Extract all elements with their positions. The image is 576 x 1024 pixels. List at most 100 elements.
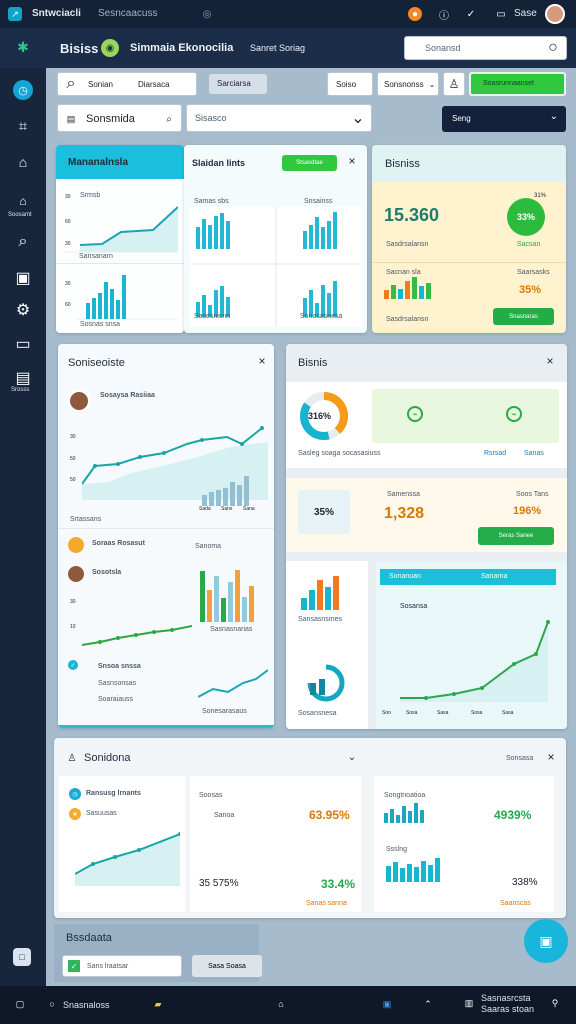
- wave-icon: ⌁: [407, 406, 423, 422]
- wave-icon: ⌁: [506, 406, 522, 422]
- activity-bar-chart: [202, 476, 249, 506]
- windows-icon[interactable]: ▢: [13, 997, 27, 1011]
- thumbnail-caption: Sosansnesa: [298, 710, 337, 717]
- chat-fab-button[interactable]: ▣: [524, 919, 568, 963]
- sidebar-item-label[interactable]: Soosamt: [8, 212, 32, 218]
- close-icon[interactable]: ×: [545, 750, 557, 764]
- notification-icon[interactable]: ●: [408, 7, 422, 21]
- select-two[interactable]: Sonsnonss ⌄: [377, 72, 439, 96]
- search-icon[interactable]: ○: [45, 997, 59, 1011]
- multi-bar-chart: [200, 570, 254, 622]
- menu-icon[interactable]: ◎: [200, 7, 214, 21]
- right-select[interactable]: Seng ⌄: [442, 106, 566, 132]
- close-icon[interactable]: ×: [544, 354, 556, 368]
- grid-icon[interactable]: ⌗: [12, 115, 34, 137]
- mail-icon[interactable]: ▭: [494, 7, 508, 21]
- close-icon[interactable]: ×: [346, 154, 358, 168]
- section-label: Sanoma: [195, 543, 222, 550]
- link-two[interactable]: Sanas: [524, 450, 544, 457]
- main-content: ⌕ Sonian Diarsaca Sarciarsa Soiso Sonsno…: [46, 68, 576, 986]
- search-icon[interactable]: ○: [546, 39, 560, 56]
- chart-icon[interactable]: ⌂: [12, 151, 34, 173]
- store-icon[interactable]: ▣: [378, 995, 396, 1013]
- app-subtitle: Simmaia Ekonocilia: [130, 42, 234, 54]
- kpi-button[interactable]: Snasnaras: [493, 308, 554, 325]
- chart-select[interactable]: Sanarna: [481, 573, 507, 580]
- pie-icon: 35%: [298, 490, 350, 534]
- close-icon[interactable]: ×: [256, 354, 268, 368]
- star-icon: ★: [69, 808, 81, 820]
- dropdown-label: Sisasco: [195, 113, 227, 123]
- avatar[interactable]: [68, 566, 84, 582]
- home-icon[interactable]: ⌂: [12, 192, 34, 210]
- search-icon[interactable]: ⌕: [13, 232, 33, 252]
- divider: [58, 725, 274, 728]
- donut-thumbnail: [307, 664, 345, 702]
- kpi-label: Sacnan sla: [386, 269, 421, 276]
- footer-caption: Sonesarasaus: [202, 708, 247, 715]
- primary-action-button[interactable]: Soasrunnaanset: [469, 72, 566, 96]
- check-icon: ✓: [68, 660, 78, 670]
- person-icon[interactable]: ⚲: [548, 996, 562, 1010]
- card-title: Soniseoiste: [68, 357, 125, 369]
- info-icon[interactable]: ⓘ: [436, 6, 452, 22]
- axis-tick: 30: [65, 281, 71, 287]
- avatar[interactable]: [68, 390, 90, 412]
- clock-icon[interactable]: ◷: [13, 80, 33, 100]
- dropdown-field[interactable]: Sisasco ⌄: [186, 104, 372, 132]
- metric-foot: Sanas sanna: [306, 900, 347, 907]
- avatar[interactable]: [68, 537, 84, 553]
- metric-bar-chart: [384, 803, 424, 823]
- taskbar-search-label[interactable]: Snasnaloss: [63, 1000, 110, 1010]
- metric-sub: Sanoa: [214, 812, 235, 819]
- user-icon[interactable]: ♙: [443, 72, 465, 96]
- kpi-action-button[interactable]: Seras Sanee: [478, 527, 554, 545]
- tab-label[interactable]: Sesncaacuss: [98, 8, 157, 19]
- filter-input-primary[interactable]: ⌕ Sonian Diarsaca: [57, 72, 197, 96]
- axis-label: Sans: [221, 506, 233, 512]
- footer-button[interactable]: Sasa Soasa: [192, 955, 262, 977]
- folder-icon[interactable]: ▰: [149, 995, 167, 1013]
- kpi-percent: 35%: [519, 284, 542, 296]
- folder-icon[interactable]: ▭: [13, 334, 33, 354]
- secondary-search-field[interactable]: ▤ Sonsmida ⌕: [57, 104, 182, 132]
- axis-tick: 30: [70, 434, 76, 440]
- battery-icon[interactable]: ▥: [462, 996, 476, 1010]
- document-icon[interactable]: ▣: [13, 268, 33, 288]
- checkbox-icon[interactable]: ✓: [68, 960, 80, 972]
- chevron-down-icon[interactable]: ⌄: [346, 751, 358, 763]
- metric-foot: Saanscas: [500, 900, 531, 907]
- search-icon[interactable]: ⌕: [162, 112, 176, 126]
- axis-tick: Sasa: [437, 710, 449, 716]
- gear-icon[interactable]: ⚙: [13, 300, 33, 320]
- card-title: Bisniss: [385, 158, 420, 170]
- select-one[interactable]: Soiso: [327, 72, 373, 96]
- section-caption: Sasnsonsas: [98, 680, 137, 687]
- card-title: Mananalnsla: [68, 157, 129, 168]
- link-one[interactable]: Rsrsad: [484, 450, 506, 457]
- chart-label: Snsainss: [304, 198, 333, 205]
- filter-tag[interactable]: Sarciarsa: [209, 74, 267, 94]
- network-icon[interactable]: ⌃: [420, 996, 436, 1012]
- footer-field[interactable]: ✓ Sans lraatsar: [62, 955, 182, 977]
- axis-tick: 30: [70, 599, 76, 605]
- middle-card-button[interactable]: Stsasdtae: [282, 155, 337, 171]
- report-icon[interactable]: ▤: [13, 368, 33, 388]
- select-one-label: Soiso: [336, 80, 357, 89]
- kpi-label: Soos Tans: [516, 491, 549, 498]
- card-caption: Sosnas snsa: [80, 321, 121, 328]
- search-field[interactable]: Sonansd ○: [404, 36, 567, 60]
- checkmark-icon[interactable]: ✓: [460, 6, 482, 22]
- collapse-icon[interactable]: □: [13, 948, 31, 966]
- axis-label: Sada: [199, 506, 211, 512]
- card-title: Bisnis: [298, 357, 328, 369]
- user-label: Sase: [514, 8, 537, 19]
- card-action[interactable]: Sonsasa: [506, 755, 533, 762]
- kpi-right-value: 196%: [513, 505, 542, 517]
- footer-title: Bssdaata: [66, 932, 112, 944]
- sidebar-item-label[interactable]: Srosss: [11, 387, 29, 393]
- avatar[interactable]: [545, 4, 565, 24]
- insights-card: Bisnis × 316% ⌁ ⌁ Sasleg soaga socasasiu…: [286, 344, 567, 729]
- task-view-icon[interactable]: ⌂: [273, 996, 289, 1012]
- green-label: Sacsan: [517, 241, 541, 248]
